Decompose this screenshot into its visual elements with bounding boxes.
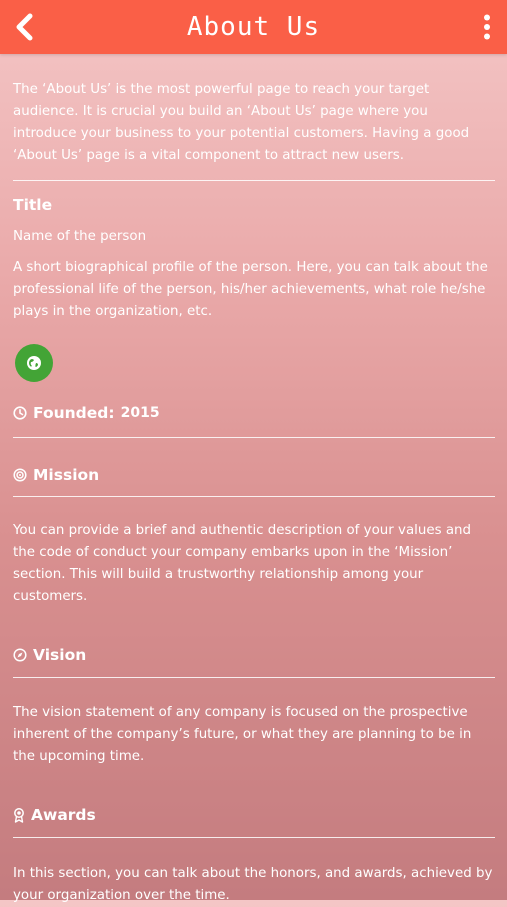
overflow-menu-button[interactable] [481,14,493,40]
awards-label: Awards [31,806,96,824]
website-button[interactable] [15,344,53,382]
mission-label: Mission [33,466,100,484]
mission-text: You can provide a brief and authentic de… [13,523,472,604]
about-content: The ‘About Us’ is the most powerful page… [13,54,495,907]
person-title: Title [13,196,53,214]
compass-icon [13,648,27,662]
person-bio: A short biographical profile of the pers… [13,260,488,319]
globe-icon [27,356,41,370]
divider [13,496,495,497]
target-icon [13,468,27,482]
vision-heading: Vision [13,644,495,666]
kebab-menu-icon [484,14,490,40]
divider [13,677,495,678]
founded-row: Founded: 2015 [13,402,495,424]
clock-icon [13,406,27,420]
vision-label: Vision [33,646,87,664]
divider [13,437,495,438]
divider [13,837,495,838]
vision-text: The vision statement of any company is f… [13,705,472,764]
founded-year: 2015 [120,405,160,421]
app-bar: About Us [0,0,507,54]
award-icon [14,807,24,823]
awards-heading: Awards [13,804,495,826]
divider [13,180,495,181]
mission-heading: Mission [13,464,495,486]
founded-label: Founded: [33,404,115,422]
awards-text: In this section, you can talk about the … [13,866,493,903]
page-title: About Us [186,12,321,42]
intro-text: The ‘About Us’ is the most powerful page… [13,82,470,163]
person-name: Name of the person [13,229,147,244]
